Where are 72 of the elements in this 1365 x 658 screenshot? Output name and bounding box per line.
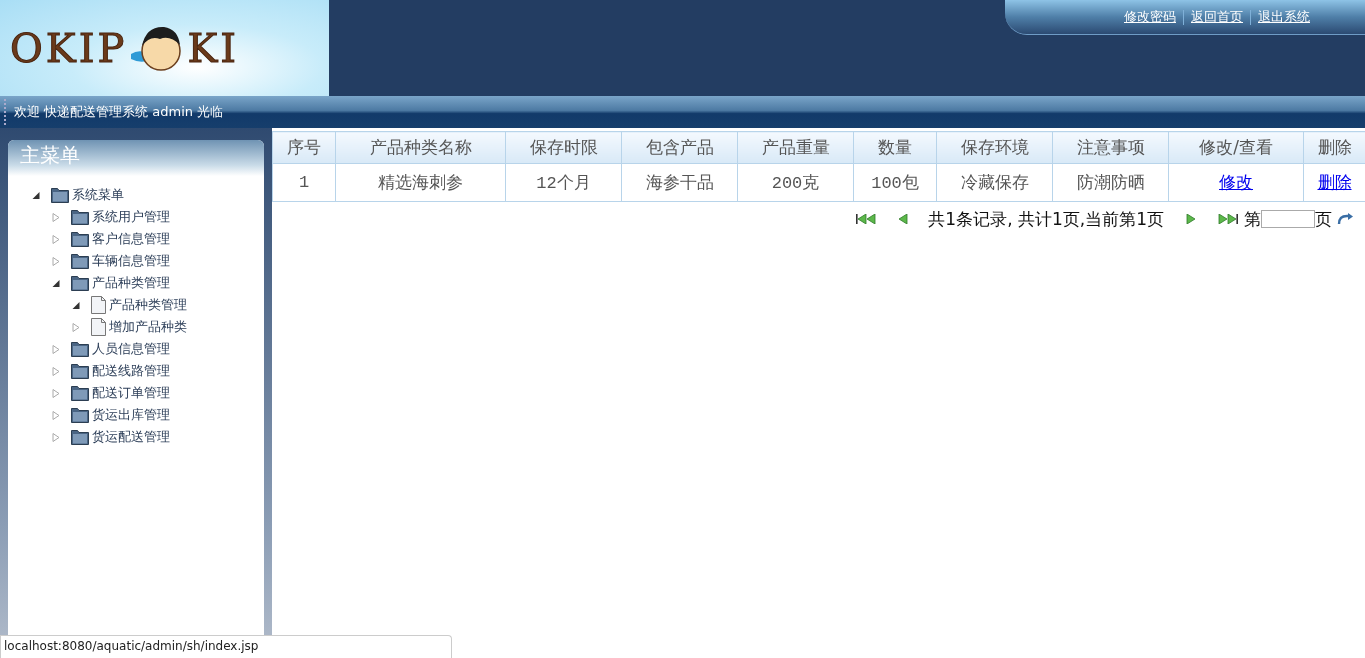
folder-icon	[71, 341, 89, 357]
page-number-field[interactable]	[1261, 210, 1315, 228]
go-arrow-icon[interactable]	[1337, 213, 1354, 225]
tree-item[interactable]: 配送订单管理	[92, 384, 170, 402]
column-header: 产品重量	[737, 131, 854, 164]
previous-page-icon[interactable]	[898, 214, 909, 224]
tree-item[interactable]: 产品种类管理	[109, 296, 187, 314]
table-cell: 防潮防晒	[1052, 163, 1169, 202]
header-link[interactable]: 修改密码	[1124, 8, 1176, 26]
table-link[interactable]: 修改	[1219, 172, 1253, 192]
column-header: 数量	[853, 131, 937, 164]
document-icon	[91, 296, 106, 314]
column-header: 保存时限	[505, 131, 622, 164]
cartoon-head-icon	[131, 24, 184, 72]
column-header: 修改/查看	[1168, 131, 1304, 164]
folder-icon	[71, 275, 89, 291]
table-cell: 精选海刺参	[335, 163, 506, 202]
collapsed-triangle-icon[interactable]	[52, 410, 60, 420]
table-cell: 200克	[737, 163, 854, 202]
folder-icon	[71, 363, 89, 379]
folder-icon	[71, 407, 89, 423]
collapsed-triangle-icon[interactable]	[52, 388, 60, 398]
page-label: 页	[1315, 207, 1332, 231]
header-link[interactable]: 退出系统	[1258, 8, 1310, 26]
column-header: 包含产品	[621, 131, 738, 164]
column-header: 注意事项	[1052, 131, 1169, 164]
first-page-icon[interactable]	[856, 214, 877, 224]
table-cell: 海参干品	[621, 163, 738, 202]
tree-item[interactable]: 增加产品种类	[109, 318, 187, 336]
collapsed-triangle-icon[interactable]	[72, 322, 80, 332]
column-header: 保存环境	[936, 131, 1053, 164]
table-cell: 冷藏保存	[936, 163, 1053, 202]
logo: OKIP KI	[0, 0, 329, 96]
collapsed-triangle-icon[interactable]	[52, 432, 60, 442]
tree-item[interactable]: 产品种类管理	[92, 274, 170, 292]
collapsed-triangle-icon[interactable]	[52, 256, 60, 266]
expanded-triangle-icon[interactable]	[32, 191, 40, 199]
table-cell: 100包	[853, 163, 937, 202]
folder-icon	[71, 209, 89, 225]
tree-item[interactable]: 货运配送管理	[92, 428, 170, 446]
header-link[interactable]: 返回首页	[1191, 8, 1243, 26]
tree-item[interactable]: 人员信息管理	[92, 340, 170, 358]
folder-icon	[71, 385, 89, 401]
folder-icon	[71, 231, 89, 247]
next-page-icon[interactable]	[1186, 214, 1196, 224]
table-cell: 12个月	[505, 163, 622, 202]
collapsed-triangle-icon[interactable]	[52, 344, 60, 354]
status-bar: localhost:8080/aquatic/admin/sh/index.jsp	[0, 635, 452, 658]
welcome-text: 欢迎 快递配送管理系统 admin 光临	[14, 103, 224, 121]
column-header: 产品种类名称	[335, 131, 506, 164]
expanded-triangle-icon[interactable]	[52, 279, 60, 287]
column-header: 序号	[272, 131, 336, 164]
document-icon	[91, 318, 106, 336]
menu-title: 主菜单	[8, 140, 264, 176]
table-cell: 1	[272, 163, 336, 202]
expanded-triangle-icon[interactable]	[72, 301, 80, 309]
last-page-icon[interactable]	[1218, 214, 1238, 224]
tree-item[interactable]: 系统菜单	[72, 186, 124, 204]
collapsed-triangle-icon[interactable]	[52, 234, 60, 244]
column-header: 删除	[1303, 131, 1365, 164]
tree-item[interactable]: 客户信息管理	[92, 230, 170, 248]
collapsed-triangle-icon[interactable]	[52, 212, 60, 222]
record-summary: 共1条记录, 共计1页,当前第1页	[928, 207, 1164, 231]
page-label: 第	[1244, 207, 1261, 231]
tree-item[interactable]: 配送线路管理	[92, 362, 170, 380]
folder-icon	[71, 429, 89, 445]
collapsed-triangle-icon[interactable]	[52, 366, 60, 376]
tree-item[interactable]: 车辆信息管理	[92, 252, 170, 270]
tree-item[interactable]: 系统用户管理	[92, 208, 170, 226]
folder-icon	[51, 187, 69, 203]
folder-icon	[71, 253, 89, 269]
tree-item[interactable]: 货运出库管理	[92, 406, 170, 424]
